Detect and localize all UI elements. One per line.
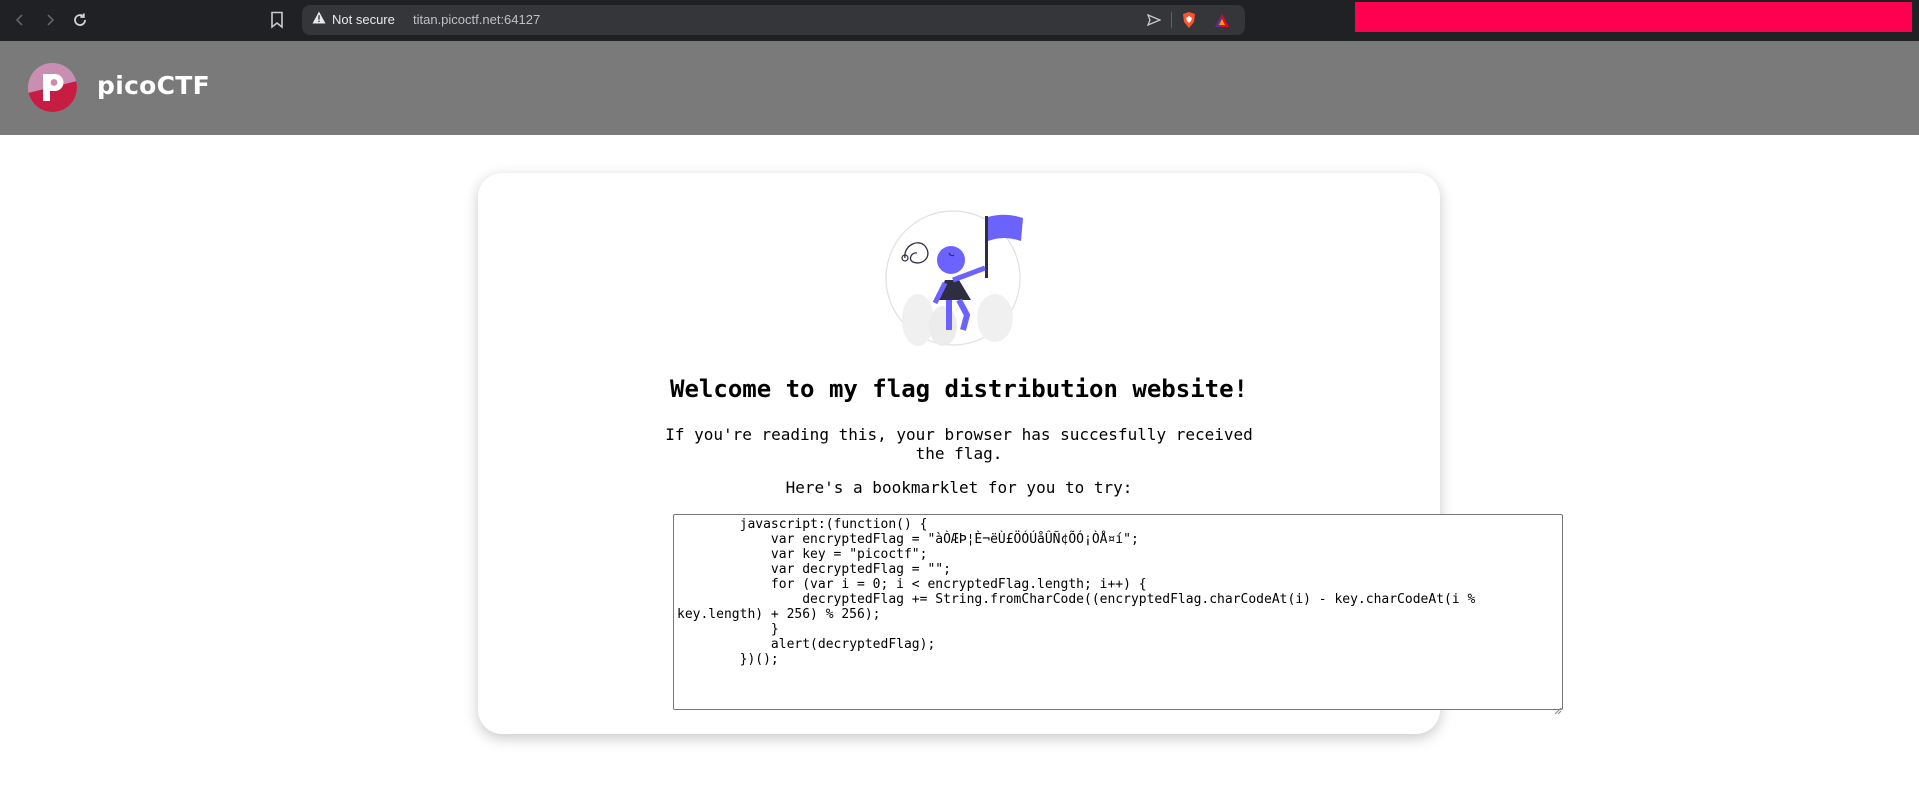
site-header: picoCTF bbox=[0, 41, 1919, 135]
address-bar[interactable]: Not secure titan.picoctf.net:64127 bbox=[302, 5, 1245, 35]
flag-person-illustration bbox=[883, 208, 1043, 348]
back-arrow-icon[interactable] bbox=[8, 8, 32, 32]
send-icon[interactable] bbox=[1145, 11, 1163, 29]
security-indicator[interactable]: Not secure bbox=[312, 11, 395, 27]
forward-arrow-icon[interactable] bbox=[38, 8, 62, 32]
browser-toolbar: Not secure titan.picoctf.net:64127 bbox=[0, 0, 1919, 41]
picoctf-logo-icon[interactable] bbox=[28, 63, 77, 112]
bookmarklet-code-textarea[interactable]: javascript:(function() { var encryptedFl… bbox=[673, 514, 1563, 710]
page-heading: Welcome to my flag distribution website! bbox=[670, 375, 1248, 403]
site-logo-text[interactable]: picoCTF bbox=[97, 71, 210, 100]
brave-shield-icon[interactable] bbox=[1180, 11, 1198, 29]
bookmarklet-label: Here's a bookmarklet for you to try: bbox=[785, 478, 1133, 497]
redacted-extensions-area bbox=[1355, 2, 1912, 32]
warning-icon bbox=[312, 11, 326, 27]
reload-icon[interactable] bbox=[68, 8, 92, 32]
url-text[interactable]: titan.picoctf.net:64127 bbox=[413, 12, 540, 27]
info-paragraph: If you're reading this, your browser has… bbox=[665, 425, 1253, 463]
address-divider bbox=[1171, 12, 1172, 28]
bookmark-icon[interactable] bbox=[265, 8, 289, 32]
textarea-resize-handle[interactable] bbox=[1553, 700, 1562, 715]
security-label: Not secure bbox=[332, 11, 395, 27]
brave-rewards-icon[interactable] bbox=[1213, 11, 1231, 29]
